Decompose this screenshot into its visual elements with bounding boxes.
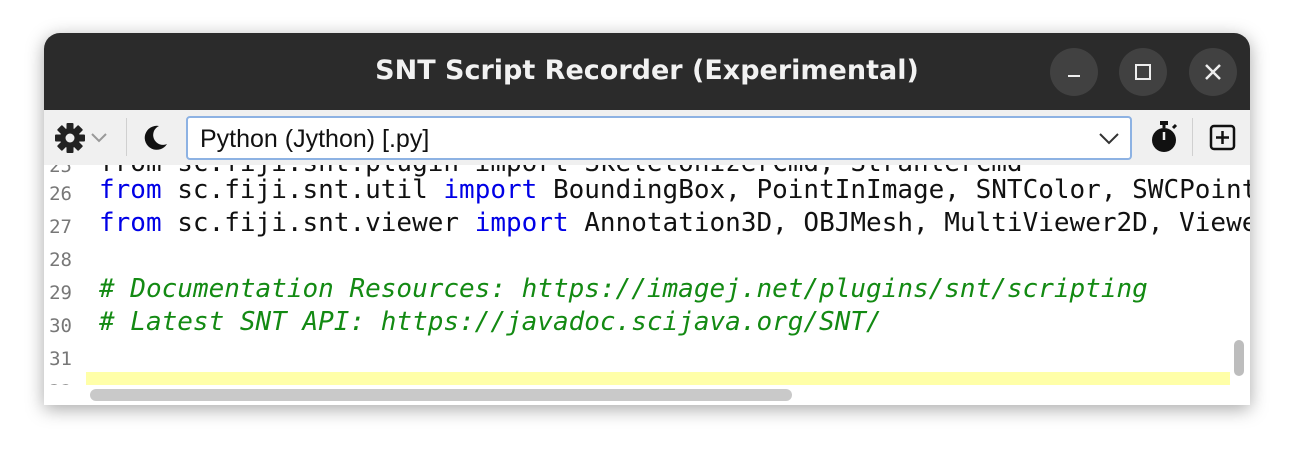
minimize-button[interactable] (1050, 48, 1098, 96)
line-number-gutter: 25 26 27 28 29 30 31 32 (44, 165, 84, 405)
line-number: 31 (49, 348, 72, 370)
close-icon (1205, 64, 1221, 80)
line-number: 28 (49, 249, 72, 271)
line-number: 26 (49, 183, 72, 205)
close-button[interactable] (1189, 48, 1237, 96)
vertical-scrollbar[interactable] (1234, 340, 1244, 376)
title-bar[interactable]: SNT Script Recorder (Experimental) (44, 33, 1250, 110)
line-number: 27 (49, 216, 72, 238)
language-select-value: Python (Jython) [.py] (200, 125, 430, 153)
module-path: sc.fiji.snt.util (177, 175, 428, 205)
keyword: import (443, 175, 538, 205)
minimize-icon (1068, 75, 1080, 77)
current-line-highlight (86, 372, 1230, 385)
comment-line: # Documentation Resources: https://image… (99, 274, 1148, 304)
toolbar-separator (126, 118, 127, 156)
line-number: 25 (49, 165, 72, 177)
import-list: BoundingBox, PointInImage, SNTColor, SWC… (552, 175, 1250, 205)
options-menu-button[interactable] (54, 122, 112, 158)
keyword: import (474, 208, 569, 238)
plus-square-icon (1209, 124, 1236, 151)
toolbar-separator (1192, 118, 1193, 156)
stopwatch-icon (1152, 121, 1178, 152)
gear-icon (55, 123, 107, 153)
code-line: from sc.fiji.snt.util import BoundingBox… (99, 175, 1250, 205)
chevron-down-icon (91, 133, 107, 143)
chevron-down-icon (1099, 133, 1119, 145)
keyword: from (99, 208, 162, 238)
code-editor[interactable]: 25 26 27 28 29 30 31 32 from sc.fiji.snt… (44, 165, 1250, 405)
code-line: from sc.fiji.snt.viewer import Annotatio… (99, 208, 1250, 238)
moon-icon (144, 125, 167, 150)
line-number: 30 (49, 315, 72, 337)
script-recorder-window: SNT Script Recorder (Experimental) Pytho… (44, 33, 1250, 405)
keyword: from (99, 175, 162, 205)
module-path: sc.fiji.snt.viewer (177, 208, 460, 238)
maximize-icon (1135, 64, 1151, 80)
timer-button[interactable] (1149, 120, 1179, 158)
maximize-button[interactable] (1119, 48, 1167, 96)
comment-line: # Latest SNT API: https://javadoc.scijav… (99, 307, 882, 337)
horizontal-scrollbar[interactable] (90, 389, 792, 401)
import-list: Annotation3D, OBJMesh, MultiViewer2D, Vi… (584, 208, 1250, 238)
language-select[interactable]: Python (Jython) [.py] (186, 116, 1132, 160)
toolbar: Python (Jython) [.py] (44, 110, 1250, 166)
insert-button[interactable] (1209, 124, 1237, 156)
line-number: 29 (49, 282, 72, 304)
dark-mode-toggle[interactable] (140, 123, 170, 157)
